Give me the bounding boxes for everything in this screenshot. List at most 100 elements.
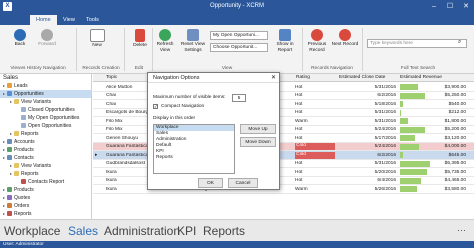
quotes-icon [7, 195, 12, 200]
sidebar-item-label: Products [14, 187, 34, 193]
column-header-close-date[interactable]: Estimated Close Date [339, 75, 385, 80]
tab-view[interactable]: View [57, 15, 81, 25]
group-full-text-search: Full Text Search [400, 66, 436, 71]
rating-cell: Hot [295, 127, 303, 132]
sidebar-item[interactable]: ▸ View Variants [0, 98, 91, 106]
revenue-bar [400, 118, 408, 124]
show-in-report-button[interactable]: Show in Report [271, 29, 299, 53]
new-label: New [92, 43, 102, 48]
tab-tools[interactable]: Tools [80, 15, 105, 25]
list-item[interactable]: Reports [154, 155, 234, 161]
view-icon [21, 115, 26, 120]
search-icon[interactable]: ⌕ [458, 39, 461, 46]
sidebar-item[interactable]: ▸ Products [0, 186, 91, 194]
rating-cell: Hot [295, 84, 303, 90]
choose-view-combo[interactable]: Choose Opportunit... [210, 43, 268, 52]
revenue-cell: $6,395.00 [444, 161, 466, 166]
revenue-bar [400, 101, 403, 107]
delete-button[interactable]: Delete [130, 29, 150, 49]
sidebar-item[interactable]: ▸ Contacts [0, 154, 91, 162]
close-date-cell: 5/31/2016 [374, 84, 396, 90]
group-records-creation: Records Creation [82, 66, 120, 71]
minimize-icon[interactable]: – [426, 0, 442, 13]
delete-icon [135, 29, 145, 42]
view-icon [21, 107, 26, 112]
sidebar-item[interactable]: ▸ Reports [0, 210, 91, 218]
next-record-label: Next Record [331, 42, 359, 47]
new-button[interactable]: New [86, 29, 108, 49]
refresh-view-button[interactable]: Refresh View [154, 29, 176, 53]
sidebar-item[interactable]: Open Opportunities [0, 122, 91, 130]
ok-button[interactable]: OK [198, 178, 223, 188]
nav-workplace[interactable]: Workplace [4, 224, 60, 238]
close-date-cell: 5/24/2016 [374, 144, 396, 149]
sidebar-item[interactable]: ▸ Leads [0, 82, 91, 90]
rating-cell: Cold [295, 151, 335, 159]
previous-record-button[interactable]: Previous Record [304, 29, 330, 53]
view-icon [21, 123, 26, 128]
max-items-spinner[interactable]: 5 [232, 94, 246, 102]
maximize-icon[interactable]: ☐ [442, 0, 458, 13]
forward-arrow-icon [41, 29, 53, 41]
sidebar-item-label: Contacts [14, 155, 34, 161]
revenue-cell: $4,465.00 [444, 178, 466, 183]
sidebar-item[interactable]: My Open Opportunities [0, 114, 91, 122]
nav-reports[interactable]: Reports [203, 224, 245, 238]
compact-navigation-checkbox[interactable]: ✓ [153, 104, 158, 109]
display-order-list[interactable]: Workplace Sales Administration Default K… [153, 124, 235, 174]
revenue-cell: $3,580.00 [444, 186, 466, 192]
folder-icon [14, 171, 19, 176]
search-input[interactable]: Type keywords here [367, 39, 467, 48]
tab-home[interactable]: Home [30, 15, 57, 25]
move-down-button[interactable]: Move Down [240, 137, 276, 147]
report-icon [279, 29, 291, 41]
sidebar-item-label: Closed Opportunities [28, 107, 75, 113]
forward-label: Forward [38, 42, 56, 47]
orders-icon [7, 203, 12, 208]
column-header-topic[interactable]: Topic [106, 75, 117, 80]
sidebar-item[interactable]: ▸ Reports [0, 170, 91, 178]
reset-view-settings-button[interactable]: Reset View Settings [178, 29, 208, 53]
revenue-bar [400, 152, 403, 158]
sidebar-item[interactable]: ▸ Quotes [0, 194, 91, 202]
view-combo[interactable]: My Open Opportuni... [210, 31, 268, 40]
revenue-cell: $3,900.00 [444, 84, 466, 90]
contacts-icon [7, 155, 12, 160]
rating-cell: Hot [295, 161, 303, 166]
compact-navigation-label: Compact Navigation [161, 104, 205, 109]
column-header-revenue[interactable]: Estimated Revenue [400, 75, 442, 80]
revenue-cell: $5,250.00 [444, 93, 466, 98]
dialog-close-icon[interactable]: ✕ [271, 74, 276, 81]
move-up-button[interactable]: Move Up [240, 124, 276, 134]
sidebar-item-label: Orders [14, 203, 30, 209]
sidebar-item-label: Accounts [14, 139, 35, 145]
sidebar-item[interactable]: ▸ Opportunities [0, 90, 91, 98]
nav-kpi[interactable]: KPI [177, 224, 196, 238]
rating-cell: Hot [295, 178, 303, 183]
column-header-rating[interactable]: Rating [296, 75, 310, 80]
forward-button[interactable]: Forward [34, 29, 60, 48]
sidebar-item[interactable]: Contacts Report [0, 178, 91, 186]
cancel-button[interactable]: Cancel [228, 178, 258, 188]
back-button[interactable]: Back [9, 29, 31, 48]
sidebar-item[interactable]: ▸ Orders [0, 202, 91, 210]
nav-sales[interactable]: Sales [68, 224, 98, 238]
products-icon [7, 147, 12, 152]
next-record-button[interactable]: Next Record [331, 29, 359, 48]
sidebar-item[interactable]: ▸ Reports [0, 130, 91, 138]
sidebar-item[interactable]: ▸ Products [0, 146, 91, 154]
sidebar-header: Sales [3, 75, 19, 81]
sidebar-item[interactable]: ▸ View Variants [0, 162, 91, 170]
close-date-cell: 6/2/2016 [377, 93, 396, 98]
sidebar-item[interactable]: Closed Opportunities [0, 106, 91, 114]
revenue-bar [400, 109, 401, 116]
sidebar-item[interactable]: ▸ Accounts [0, 138, 91, 146]
nav-administration[interactable]: Administration [104, 224, 180, 238]
group-history: Viewvs History Navigation [10, 66, 66, 71]
status-bar: User: Administrator [0, 241, 474, 248]
sidebar-item-label: Reports [21, 171, 39, 177]
revenue-cell: $540.00 [448, 101, 466, 107]
close-icon[interactable]: ✕ [458, 0, 474, 13]
group-view: View [221, 66, 233, 71]
nav-options-icon[interactable]: ⋯ [457, 225, 466, 236]
